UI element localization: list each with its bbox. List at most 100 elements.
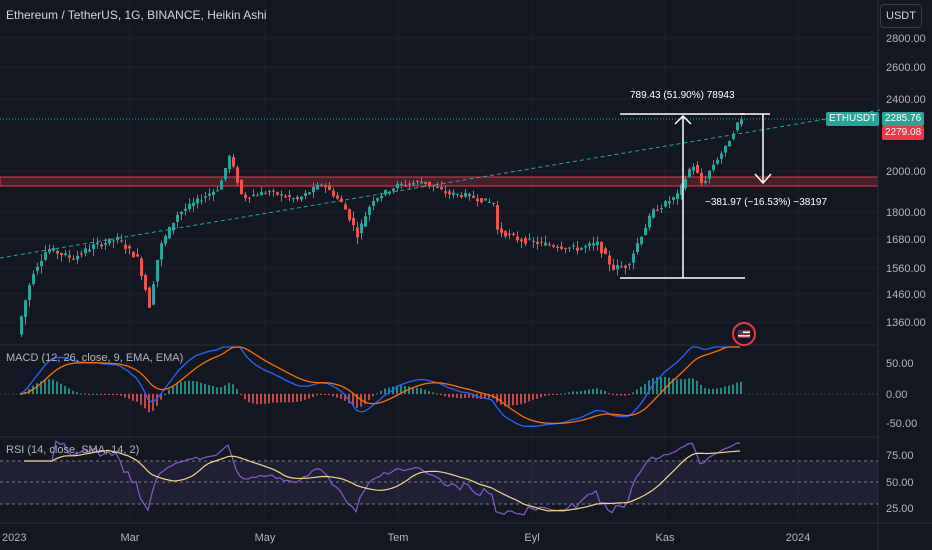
macd-histogram-bar [380, 390, 382, 394]
candle-body [500, 228, 503, 233]
last-price-tag: 2285.76 [882, 112, 925, 126]
candle-body [124, 244, 127, 249]
macd-histogram-bar [712, 388, 714, 394]
candle-body [48, 249, 51, 253]
macd-histogram-bar [256, 394, 258, 405]
macd-histogram-bar [128, 394, 130, 399]
candle-body [112, 240, 115, 242]
macd-histogram-bar [132, 394, 134, 401]
macd-histogram-bar [664, 377, 666, 394]
candle-body [688, 169, 691, 177]
candle-body [480, 198, 483, 203]
macd-label[interactable]: MACD (12, 26, close, 9, EMA, EMA) [6, 352, 183, 364]
symbol-tag: ETHUSDT [826, 112, 880, 126]
macd-histogram-bar [176, 383, 178, 394]
chart-canvas[interactable]: 2800.00 2600.00 2400.00 2000.00 1800.00 1680.… [0, 0, 932, 550]
candle-body [316, 184, 319, 190]
macd-histogram-bar [84, 393, 86, 395]
price-tick-label: 1560.00 [886, 263, 926, 275]
rsi-label[interactable]: RSI (14, close, SMA, 14, 2) [6, 444, 139, 456]
price-tick-label: 1360.00 [886, 317, 926, 329]
candle-body [388, 191, 391, 194]
candle-body [636, 243, 639, 253]
candle-body [556, 246, 559, 248]
macd-histogram-bar [420, 388, 422, 394]
candle-body [68, 255, 71, 258]
resistance-zone[interactable] [0, 176, 879, 187]
candle-body [148, 287, 151, 308]
macd-histogram-bar [168, 389, 170, 394]
candle-body [128, 246, 131, 249]
macd-histogram-bar [276, 394, 278, 403]
price-tick-label: 1800.00 [886, 207, 926, 219]
macd-histogram-bar [216, 387, 218, 394]
us-flag-event-icon[interactable] [732, 322, 756, 346]
candle-body [20, 316, 23, 335]
time-tick-label: 2024 [786, 532, 810, 544]
candle-body [692, 166, 695, 171]
macd-histogram-bar [148, 394, 150, 413]
macd-histogram-bar [204, 383, 206, 394]
candle-body [548, 244, 551, 246]
macd-histogram-bar [192, 381, 194, 394]
candle-body [224, 168, 227, 180]
candle-body [724, 145, 727, 153]
macd-histogram-bar [708, 388, 710, 394]
candle-body [76, 255, 79, 260]
candle-body [524, 238, 527, 244]
candle-body [172, 222, 175, 231]
macd-histogram-bar [368, 394, 370, 401]
candle-body [216, 190, 219, 192]
candle-body [596, 241, 599, 246]
macd-histogram-bar [620, 394, 622, 396]
macd-histogram-bar [220, 387, 222, 394]
candle-body [376, 198, 379, 201]
macd-histogram-bar [316, 394, 318, 396]
candle-body [52, 248, 55, 251]
macd-histogram-bar [436, 393, 438, 395]
macd-histogram-bar [460, 394, 462, 399]
candle-body [264, 192, 267, 194]
currency-button[interactable]: USDT [880, 4, 922, 28]
macd-histogram-bar [720, 387, 722, 394]
candle-body [268, 191, 271, 193]
measure-down-label: −381.97 (−16.53%) −38197 [705, 197, 828, 208]
macd-histogram-bar [424, 389, 426, 394]
candle-body [116, 236, 119, 241]
macd-histogram-bar [432, 392, 434, 394]
candle-body [736, 122, 739, 131]
price-tick-label: 2000.00 [886, 166, 926, 178]
macd-histogram-bar [588, 389, 590, 394]
candle-body [648, 215, 651, 228]
macd-histogram-bar [696, 380, 698, 394]
candle-body [720, 153, 723, 159]
candle-body [568, 247, 571, 249]
macd-tick-label: 50.00 [886, 358, 914, 370]
macd-histogram-bar [172, 386, 174, 394]
candle-body [156, 259, 159, 282]
macd-histogram-bar [440, 394, 442, 395]
measure-up-label: 789.43 (51.90%) 78943 [630, 90, 735, 101]
macd-histogram-bar [300, 394, 302, 402]
candle-body [416, 181, 419, 183]
macd-histogram-bar [520, 394, 522, 405]
candle-body [448, 191, 451, 195]
candle-body [340, 198, 343, 202]
macd-histogram-bar [692, 378, 694, 394]
macd-histogram-bar [556, 394, 558, 395]
macd-histogram-bar [324, 394, 326, 395]
candle-body [436, 186, 439, 188]
candle-body [132, 251, 135, 258]
macd-histogram-bar [640, 386, 642, 394]
candle-body [300, 196, 303, 200]
macd-histogram-bar [44, 379, 46, 394]
candle-body [552, 245, 555, 247]
candle-body [440, 187, 443, 190]
candle-body [604, 248, 607, 254]
macd-histogram-bar [144, 394, 146, 409]
candle-body [712, 164, 715, 170]
macd-histogram-bar [320, 394, 322, 395]
candle-body [460, 194, 463, 198]
candle-body [44, 252, 47, 260]
macd-histogram-bar [528, 394, 530, 402]
